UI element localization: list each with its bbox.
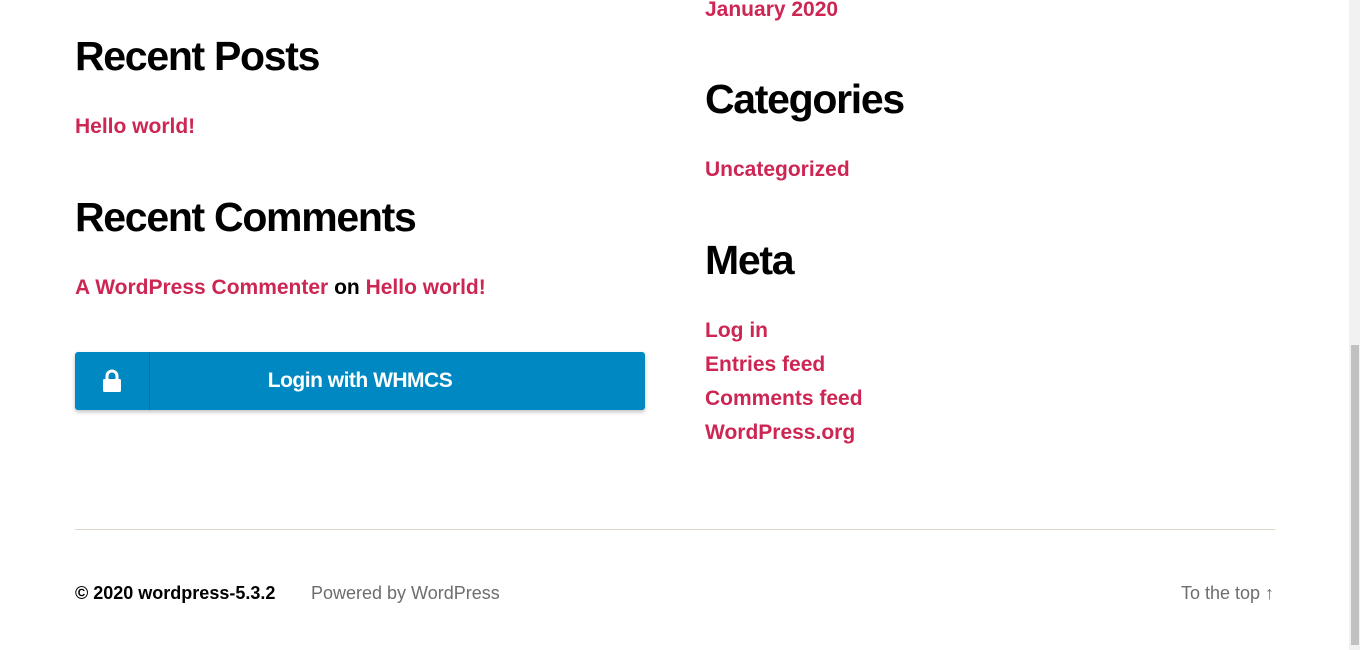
to-the-top-link[interactable]: To the top ↑: [1181, 583, 1274, 604]
recent-comment-item: A WordPress Commenter on Hello world!: [75, 277, 486, 298]
categories-title: Categories: [705, 76, 905, 122]
recent-posts-title: Recent Posts: [75, 33, 320, 79]
login-with-whmcs-button[interactable]: Login with WHMCS: [75, 352, 645, 410]
comment-author-link[interactable]: A WordPress Commenter: [75, 276, 328, 299]
lock-icon: [75, 352, 150, 410]
meta-wordpress-org-link[interactable]: WordPress.org: [705, 422, 855, 443]
meta-login-link[interactable]: Log in: [705, 320, 768, 341]
comment-on-text: on: [334, 276, 360, 299]
whmcs-button-label: Login with WHMCS: [267, 369, 453, 392]
footer-divider: [75, 529, 1275, 530]
footer-copyright: © 2020 wordpress-5.3.2: [75, 583, 276, 603]
recent-comments-title: Recent Comments: [75, 194, 417, 240]
scrollbar-thumb[interactable]: [1351, 345, 1359, 645]
powered-by-link[interactable]: Powered by WordPress: [311, 583, 500, 604]
page-scrollbar[interactable]: [1349, 0, 1360, 650]
comment-post-link[interactable]: Hello world!: [366, 276, 486, 299]
meta-comments-feed-link[interactable]: Comments feed: [705, 388, 863, 409]
meta-entries-feed-link[interactable]: Entries feed: [705, 354, 825, 375]
meta-title: Meta: [705, 237, 795, 283]
archive-link[interactable]: January 2020: [705, 0, 838, 20]
page: Recent Posts Hello world! Recent Comment…: [0, 0, 1360, 650]
recent-post-link[interactable]: Hello world!: [75, 116, 195, 137]
category-link[interactable]: Uncategorized: [705, 159, 850, 180]
